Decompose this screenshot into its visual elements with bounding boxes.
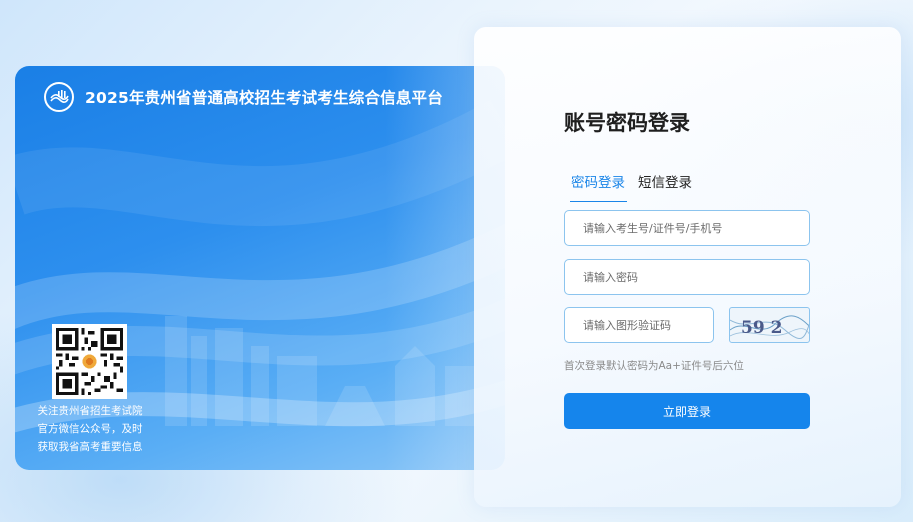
login-tabs: 密码登录 短信登录 (570, 171, 692, 202)
captcha-text: 59 2 (741, 318, 782, 338)
exam-institute-logo-icon (44, 82, 74, 112)
tab-password-login[interactable]: 密码登录 (570, 171, 627, 202)
qr-caption-line: 关注贵州省招生考试院 (37, 405, 143, 417)
qr-caption: 关注贵州省招生考试院 官方微信公众号，及时 获取我省高考重要信息 (30, 402, 150, 456)
promo-card: 2025年贵州省普通高校招生考试考生综合信息平台 关注贵州省招生考试院 官方微信… (15, 66, 505, 470)
wechat-qr-code (52, 324, 127, 399)
captcha-input[interactable] (564, 307, 714, 343)
password-input[interactable] (564, 259, 810, 295)
captcha-image[interactable]: 59 2 (729, 307, 810, 343)
brand-header: 2025年贵州省普通高校招生考试考生综合信息平台 (44, 82, 443, 112)
tab-sms-login[interactable]: 短信登录 (638, 171, 692, 202)
login-submit-button[interactable]: 立即登录 (564, 393, 810, 429)
qr-caption-line: 官方微信公众号，及时 (37, 423, 143, 435)
login-panel: 账号密码登录 密码登录 短信登录 59 2 首次登录默认密码为Aa+证件号后六位… (474, 27, 901, 507)
default-password-hint: 首次登录默认密码为Aa+证件号后六位 (564, 360, 744, 372)
platform-title: 2025年贵州省普通高校招生考试考生综合信息平台 (85, 89, 443, 107)
qr-caption-line: 获取我省高考重要信息 (37, 441, 143, 453)
login-title: 账号密码登录 (564, 111, 690, 135)
account-input[interactable] (564, 210, 810, 246)
